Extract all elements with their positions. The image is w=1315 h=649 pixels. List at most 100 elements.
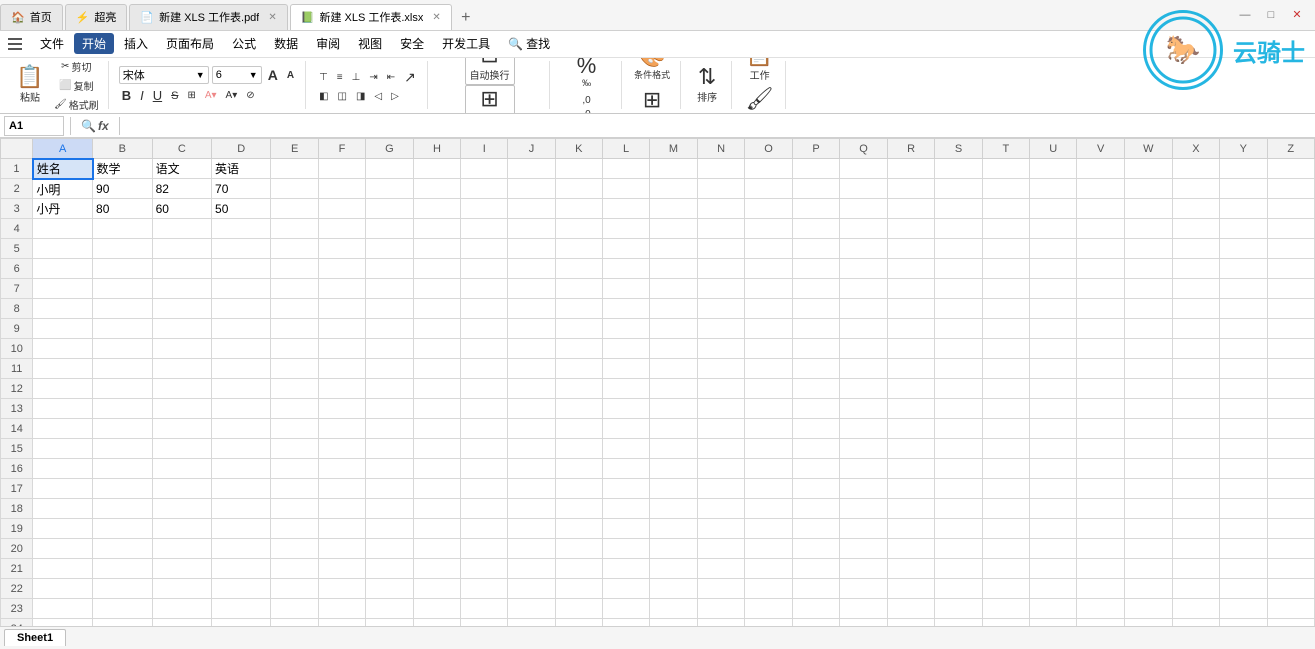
indent-button[interactable]: ⇥ (366, 71, 380, 84)
cell-r12-c3[interactable] (212, 379, 271, 399)
cell-r24-c15[interactable] (792, 619, 839, 626)
align-center-button[interactable]: ◫ (335, 90, 350, 103)
cell-r17-c15[interactable] (792, 479, 839, 499)
cell-r18-c25[interactable] (1267, 499, 1314, 519)
cell-r16-c5[interactable] (318, 459, 365, 479)
cell-r20-c21[interactable] (1077, 539, 1124, 559)
cell-r8-c10[interactable] (555, 299, 602, 319)
col-header-I[interactable]: I (461, 139, 508, 159)
cell-r11-c2[interactable] (152, 359, 211, 379)
increase-indent-button[interactable]: ▷ (388, 90, 402, 103)
cell-r18-c0[interactable] (33, 499, 93, 519)
cell-r13-c10[interactable] (555, 399, 602, 419)
format-cell-button[interactable]: 🖌 格式刷 (741, 85, 779, 114)
outdent-button[interactable]: ⇤ (384, 71, 398, 84)
cell-r12-c2[interactable] (152, 379, 211, 399)
cell-r23-c1[interactable] (93, 599, 153, 619)
cell-r9-c23[interactable] (1172, 319, 1219, 339)
cell-r22-c11[interactable] (602, 579, 649, 599)
cell-r9-c21[interactable] (1077, 319, 1124, 339)
cell-r10-c17[interactable] (887, 339, 934, 359)
cell-r16-c10[interactable] (555, 459, 602, 479)
cell-r1-c9[interactable] (508, 159, 555, 179)
cell-r10-c5[interactable] (318, 339, 365, 359)
cell-r8-c12[interactable] (650, 299, 698, 319)
cell-r24-c24[interactable] (1220, 619, 1267, 626)
cell-r7-c10[interactable] (555, 279, 602, 299)
cell-r13-c17[interactable] (887, 399, 934, 419)
cell-r22-c14[interactable] (745, 579, 793, 599)
cell-r5-c23[interactable] (1172, 239, 1219, 259)
cell-r3-c19[interactable] (982, 199, 1029, 219)
row-num-5[interactable]: 5 (1, 239, 33, 259)
cell-r5-c4[interactable] (271, 239, 318, 259)
cell-r9-c11[interactable] (602, 319, 649, 339)
font-size-dropdown[interactable]: ▼ (249, 70, 258, 80)
cell-r10-c4[interactable] (271, 339, 318, 359)
cell-r19-c19[interactable] (982, 519, 1029, 539)
cell-r6-c0[interactable] (33, 259, 93, 279)
cell-r4-c8[interactable] (461, 219, 508, 239)
cell-r8-c3[interactable] (212, 299, 271, 319)
cell-r18-c22[interactable] (1124, 499, 1172, 519)
cell-r17-c8[interactable] (461, 479, 508, 499)
cell-r20-c18[interactable] (935, 539, 982, 559)
cell-r18-c1[interactable] (93, 499, 153, 519)
cell-r23-c10[interactable] (555, 599, 602, 619)
col-header-L[interactable]: L (602, 139, 649, 159)
cell-r4-c1[interactable] (93, 219, 153, 239)
fx-button[interactable]: 🔍 fx (77, 119, 113, 133)
cell-r21-c1[interactable] (93, 559, 153, 579)
cell-r1-c4[interactable] (271, 159, 318, 179)
cell-r19-c12[interactable] (650, 519, 698, 539)
cell-r3-c21[interactable] (1077, 199, 1124, 219)
tab-chaoliang[interactable]: ⚡ 超亮 (65, 4, 128, 30)
cell-r11-c8[interactable] (461, 359, 508, 379)
cell-r24-c6[interactable] (366, 619, 414, 626)
cell-r6-c12[interactable] (650, 259, 698, 279)
cell-r24-c13[interactable] (697, 619, 744, 626)
cell-r22-c17[interactable] (887, 579, 934, 599)
cell-r22-c15[interactable] (792, 579, 839, 599)
cell-r24-c25[interactable] (1267, 619, 1314, 626)
cell-r7-c19[interactable] (982, 279, 1029, 299)
cell-r13-c13[interactable] (697, 399, 744, 419)
cell-r5-c17[interactable] (887, 239, 934, 259)
cell-r10-c3[interactable] (212, 339, 271, 359)
cell-r18-c8[interactable] (461, 499, 508, 519)
cell-r10-c11[interactable] (602, 339, 649, 359)
cell-r8-c25[interactable] (1267, 299, 1314, 319)
cell-r4-c24[interactable] (1220, 219, 1267, 239)
cell-r2-c8[interactable] (461, 179, 508, 199)
cell-r23-c2[interactable] (152, 599, 211, 619)
cell-r8-c11[interactable] (602, 299, 649, 319)
cell-r3-c7[interactable] (413, 199, 460, 219)
cell-r4-c16[interactable] (840, 219, 888, 239)
row-num-18[interactable]: 18 (1, 499, 33, 519)
cell-r14-c14[interactable] (745, 419, 793, 439)
cell-r20-c16[interactable] (840, 539, 888, 559)
cell-r16-c13[interactable] (697, 459, 744, 479)
col-header-U[interactable]: U (1030, 139, 1077, 159)
cell-r22-c19[interactable] (982, 579, 1029, 599)
cell-r21-c11[interactable] (602, 559, 649, 579)
cell-r19-c20[interactable] (1030, 519, 1077, 539)
cell-r12-c15[interactable] (792, 379, 839, 399)
cell-r2-c4[interactable] (271, 179, 318, 199)
cell-r6-c3[interactable] (212, 259, 271, 279)
row-num-19[interactable]: 19 (1, 519, 33, 539)
cell-r17-c1[interactable] (93, 479, 153, 499)
cell-r19-c13[interactable] (697, 519, 744, 539)
align-bottom-button[interactable]: ⊥ (349, 71, 364, 84)
menu-dev-tools[interactable]: 开发工具 (434, 33, 498, 54)
cell-r6-c11[interactable] (602, 259, 649, 279)
cell-r13-c11[interactable] (602, 399, 649, 419)
row-num-2[interactable]: 2 (1, 179, 33, 199)
cell-r8-c9[interactable] (508, 299, 555, 319)
cell-r1-c14[interactable] (745, 159, 793, 179)
cell-r22-c1[interactable] (93, 579, 153, 599)
cell-r10-c14[interactable] (745, 339, 793, 359)
cell-r24-c1[interactable] (93, 619, 153, 626)
cell-r22-c22[interactable] (1124, 579, 1172, 599)
cell-r16-c19[interactable] (982, 459, 1029, 479)
